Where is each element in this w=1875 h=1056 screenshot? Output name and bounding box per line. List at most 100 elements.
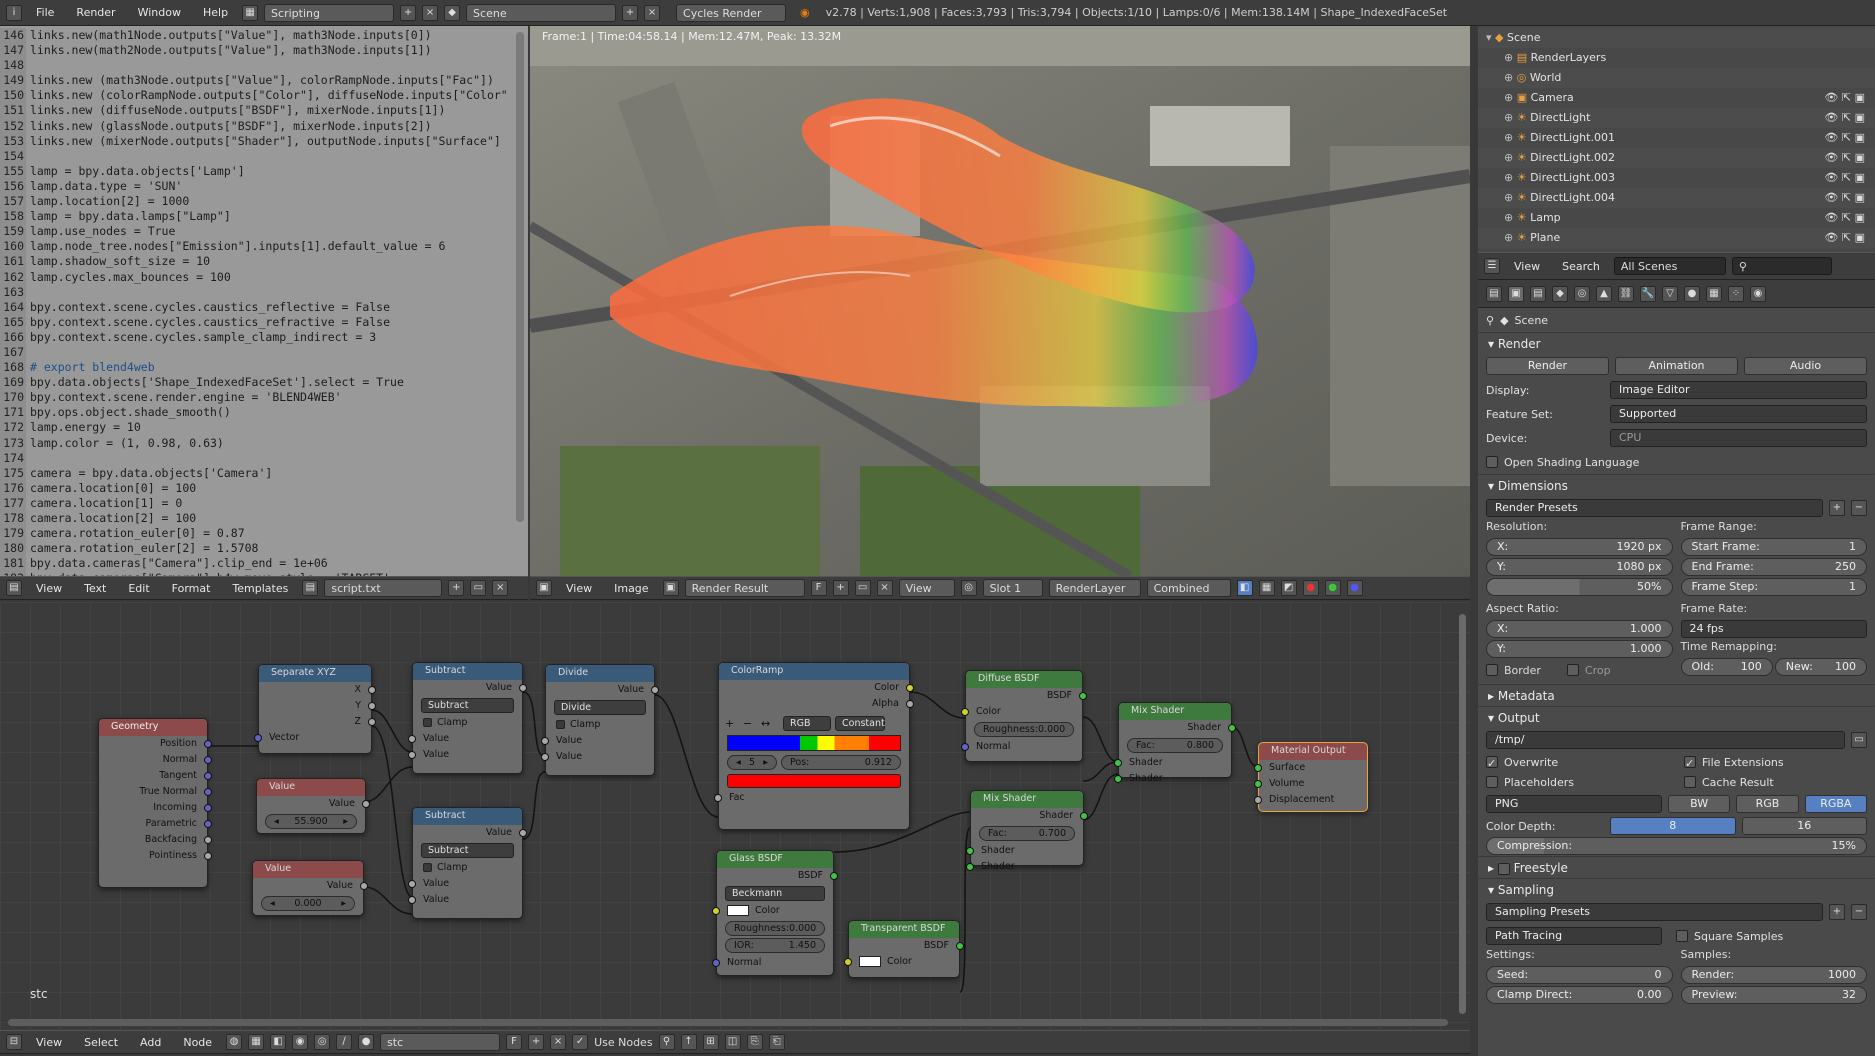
- menu-window[interactable]: Window: [130, 6, 189, 19]
- text-menu-templates[interactable]: Templates: [224, 582, 296, 595]
- ramp-stop-pos[interactable]: Pos: 0.912: [781, 755, 901, 770]
- display-select[interactable]: Image Editor: [1610, 381, 1867, 399]
- node-menu-select[interactable]: Select: [76, 1036, 126, 1049]
- sampling-panel-header[interactable]: ▾ Sampling: [1478, 878, 1875, 900]
- code-line[interactable]: camera = bpy.data.objects['Camera']: [30, 466, 508, 481]
- animation-button[interactable]: Animation: [1615, 357, 1738, 375]
- material-browse-icon[interactable]: ●: [358, 1034, 375, 1050]
- aspect-x-field[interactable]: X: 1.000: [1486, 620, 1673, 638]
- divide-node[interactable]: Divide Value Divide Clamp Value Value: [541, 664, 659, 776]
- code-line[interactable]: links.new (diffuseNode.outputs["BSDF"], …: [30, 103, 508, 118]
- osl-checkbox[interactable]: [1486, 456, 1498, 468]
- socket[interactable]: [1080, 812, 1088, 820]
- depth-16-button[interactable]: 16: [1741, 817, 1867, 835]
- ramp-stop-index[interactable]: ◂ 5 ▸: [727, 755, 777, 770]
- socket[interactable]: [1228, 724, 1236, 732]
- code-line[interactable]: [30, 149, 508, 164]
- outliner-item[interactable]: ⊕ ▤ RenderLayers: [1478, 48, 1875, 68]
- code-line[interactable]: lamp.cycles.max_bounces = 100: [30, 270, 508, 285]
- file-ext-checkbox[interactable]: ✓: [1684, 756, 1696, 770]
- go-parent-icon[interactable]: ↑: [680, 1034, 697, 1050]
- material-fake-user-button[interactable]: F: [506, 1034, 523, 1050]
- snap-icon[interactable]: ⊞: [702, 1034, 719, 1050]
- slot-select[interactable]: Slot 1: [982, 579, 1043, 597]
- open-text-icon[interactable]: ▭: [470, 580, 487, 596]
- material-name-field[interactable]: stc: [380, 1033, 501, 1051]
- object-shader-icon[interactable]: ◉: [292, 1034, 309, 1050]
- blue-channel-icon[interactable]: ●: [1346, 580, 1363, 596]
- code-line[interactable]: [30, 285, 508, 300]
- divide-operation[interactable]: Divide: [554, 700, 646, 715]
- end-frame-field[interactable]: End Frame: 250: [1680, 558, 1867, 576]
- visibility-icons[interactable]: 👁 ⇱ ▣: [1824, 228, 1865, 248]
- unlink-text-icon[interactable]: ×: [492, 580, 509, 596]
- code-line[interactable]: bpy.context.scene.cycles.caustics_reflec…: [30, 300, 508, 315]
- glass-ior-field[interactable]: IOR: 1.450: [725, 938, 825, 953]
- socket[interactable]: [408, 880, 416, 888]
- code-line[interactable]: lamp.use_nodes = True: [30, 224, 508, 239]
- start-frame-field[interactable]: Start Frame: 1: [1680, 538, 1867, 556]
- cache-result-checkbox[interactable]: [1684, 776, 1696, 788]
- subtract-node-1[interactable]: Subtract Value Subtract Clamp Value Valu…: [408, 662, 527, 774]
- glass-bsdf-node[interactable]: Glass BSDF BSDF Beckmann Color Roughness…: [712, 850, 838, 976]
- remove-scene-icon[interactable]: ×: [644, 4, 661, 21]
- copy-nodes-icon[interactable]: ⎘: [746, 1034, 763, 1050]
- compositing-tree-icon[interactable]: ▦: [248, 1034, 265, 1050]
- socket[interactable]: [254, 734, 262, 742]
- socket[interactable]: [519, 684, 527, 692]
- code-line[interactable]: camera.location[2] = 100: [30, 511, 508, 526]
- outliner-search-input[interactable]: ⚲: [1731, 257, 1832, 275]
- scene-icon[interactable]: ◆: [444, 4, 461, 21]
- socket[interactable]: [651, 686, 659, 694]
- square-samples-checkbox[interactable]: [1676, 930, 1688, 942]
- value-node-1-field[interactable]: ◂ 55.900 ▸: [265, 814, 357, 829]
- preview-samples-field[interactable]: Preview: 32: [1680, 986, 1867, 1004]
- info-editor-icon[interactable]: i: [6, 4, 22, 21]
- socket[interactable]: [519, 829, 527, 837]
- crop-checkbox[interactable]: [1566, 664, 1579, 676]
- integrator-select[interactable]: Path Tracing: [1486, 927, 1662, 945]
- freestyle-checkbox[interactable]: [1497, 862, 1510, 875]
- add-preset-icon[interactable]: +: [1829, 500, 1845, 516]
- code-line[interactable]: bpy.context.scene.cycles.sample_clamp_in…: [30, 330, 508, 345]
- code-line[interactable]: lamp = bpy.data.lamps["Lamp"]: [30, 209, 508, 224]
- outliner-item[interactable]: ⊕ ☀ DirectLight 👁 ⇱ ▣: [1478, 108, 1875, 128]
- data-tab-icon[interactable]: ▽: [1662, 285, 1678, 302]
- socket[interactable]: [1079, 692, 1087, 700]
- pin-icon[interactable]: ⚲: [1486, 314, 1494, 327]
- code-line[interactable]: links.new (mixerNode.outputs["Shader"], …: [30, 134, 508, 149]
- seed-field[interactable]: Seed: 0: [1486, 966, 1673, 984]
- render-viewport[interactable]: Frame:1 | Time:04:58.14 | Mem:12.47M, Pe…: [530, 26, 1470, 576]
- outliner-item[interactable]: ⊕ ☀ Lamp 👁 ⇱ ▣: [1478, 208, 1875, 228]
- code-line[interactable]: bpy.data.cameras["Camera"].clip_end = 1e…: [30, 556, 508, 571]
- new-material-icon[interactable]: +: [528, 1034, 545, 1050]
- render-presets-select[interactable]: Render Presets: [1486, 499, 1823, 517]
- socket[interactable]: [1114, 759, 1122, 767]
- code-line[interactable]: camera.rotation_euler[0] = 0.87: [30, 526, 508, 541]
- ramp-stop-color[interactable]: [727, 774, 901, 788]
- snap-node-icon[interactable]: ◫: [724, 1034, 741, 1050]
- socket[interactable]: [368, 686, 376, 694]
- texture-tab-icon[interactable]: ▦: [1706, 285, 1722, 302]
- red-channel-icon[interactable]: ●: [1302, 580, 1319, 596]
- visibility-icons[interactable]: 👁 ⇱ ▣: [1824, 168, 1865, 188]
- socket[interactable]: [408, 735, 416, 743]
- visibility-icons[interactable]: 👁 ⇱ ▣: [1824, 108, 1865, 128]
- socket[interactable]: [204, 820, 212, 828]
- unlink-material-icon[interactable]: ×: [550, 1034, 567, 1050]
- text-editor[interactable]: 146 147 148 149 150 151 152 153 154 155 156 157 158 1…: [0, 26, 528, 576]
- subtract-2-operation[interactable]: Subtract: [421, 843, 514, 858]
- object-tab-icon[interactable]: ▲: [1596, 285, 1612, 302]
- new-text-icon[interactable]: +: [448, 580, 465, 596]
- texture-tree-icon[interactable]: ◧: [270, 1034, 287, 1050]
- outliner-item[interactable]: ⊕ ◎ World: [1478, 68, 1875, 88]
- add-scene-icon[interactable]: +: [622, 4, 639, 21]
- overwrite-checkbox[interactable]: ✓: [1486, 756, 1498, 770]
- visibility-icons[interactable]: 👁 ⇱ ▣: [1824, 148, 1865, 168]
- outliner-item[interactable]: ⊕ ☀ DirectLight.001 👁 ⇱ ▣: [1478, 128, 1875, 148]
- remap-new-field[interactable]: New: 100: [1774, 658, 1867, 676]
- world-tab-icon[interactable]: ◎: [1574, 285, 1590, 302]
- expand-icon[interactable]: ▾: [1486, 31, 1495, 44]
- expand-icon[interactable]: ⊕: [1504, 71, 1517, 84]
- code-line[interactable]: links.new (colorRampNode.outputs["Color"…: [30, 88, 508, 103]
